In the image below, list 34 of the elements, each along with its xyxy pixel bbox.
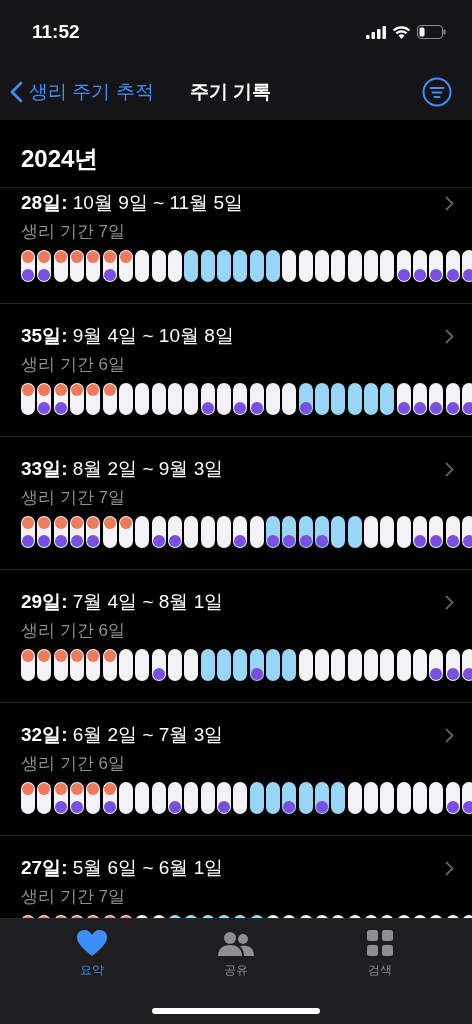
heart-icon bbox=[76, 929, 108, 957]
cycle-title: 28일: 10월 9일 ~ 11월 5일 bbox=[21, 190, 243, 215]
period-length: 생리 기간 6일 bbox=[21, 620, 125, 643]
people-icon bbox=[216, 931, 256, 957]
period-length: 생리 기간 7일 bbox=[21, 487, 125, 510]
period-length: 생리 기간 7일 bbox=[21, 221, 125, 244]
page-title: 주기 기록 bbox=[189, 79, 271, 104]
back-chevron-icon bbox=[10, 81, 23, 103]
cycle-title: 32일: 6월 2일 ~ 7월 3일 bbox=[21, 722, 224, 747]
year-header: 2024년 bbox=[21, 144, 99, 174]
filter-icon bbox=[422, 77, 452, 107]
grid-icon bbox=[366, 929, 394, 957]
cycle-title: 27일: 5월 6일 ~ 6월 1일 bbox=[21, 855, 224, 880]
tab-item[interactable]: 공유 bbox=[196, 929, 276, 979]
chevron-right-icon[interactable] bbox=[445, 328, 454, 344]
wifi-icon bbox=[392, 25, 411, 39]
cycle-title: 29일: 7월 4일 ~ 8월 1일 bbox=[21, 589, 224, 614]
filter-button[interactable] bbox=[422, 77, 452, 107]
cycle-title: 35일: 9월 4일 ~ 10월 8일 bbox=[21, 323, 234, 348]
battery-icon bbox=[417, 25, 446, 39]
chevron-right-icon[interactable] bbox=[445, 860, 454, 876]
tab-item[interactable]: 검색 bbox=[340, 929, 420, 979]
period-length: 생리 기간 6일 bbox=[21, 354, 125, 377]
chevron-right-icon[interactable] bbox=[445, 594, 454, 610]
tab-item[interactable]: 요약 bbox=[52, 929, 132, 979]
back-button[interactable]: 생리 주기 추적 bbox=[10, 77, 154, 107]
status-time: 11:52 bbox=[32, 19, 80, 44]
period-length: 생리 기간 7일 bbox=[21, 886, 125, 909]
signal-icon bbox=[366, 25, 386, 39]
chevron-right-icon[interactable] bbox=[445, 461, 454, 477]
cycle-title: 33일: 8월 2일 ~ 9월 3일 bbox=[21, 456, 224, 481]
chevron-right-icon[interactable] bbox=[445, 195, 454, 211]
period-length: 생리 기간 6일 bbox=[21, 753, 125, 776]
chevron-right-icon[interactable] bbox=[445, 727, 454, 743]
